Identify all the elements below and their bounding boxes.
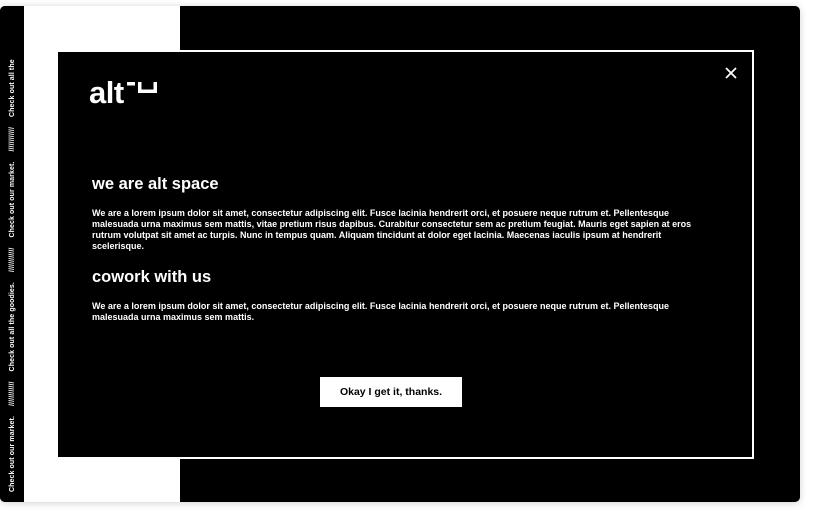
banner-text: Check out all the [8,59,16,117]
banner-divider: //////////// [8,126,16,152]
banner-divider: //////////// [8,247,16,273]
dismiss-button[interactable]: Okay I get it, thanks. [320,377,462,407]
section-heading-about: we are alt space [92,175,219,193]
banner-text: Check out our market. [8,415,16,492]
banner-divider: //////////// [8,381,16,406]
banner-text: Check out all the goodies. [8,282,16,372]
section-heading-cowork: cowork with us [92,268,212,287]
side-banner: Check out our market. //////////// Check… [0,6,24,502]
logo: alt [89,77,157,108]
app-window: Check out our market. //////////// Check… [0,6,800,502]
side-banner-track: Check out our market. //////////// Check… [0,6,24,502]
banner-text: Check out our market. [8,161,16,238]
section-text-cowork: We are a lorem ipsum dolor sit amet, con… [92,300,669,323]
logo-text: alt [89,75,124,110]
close-icon [725,67,737,79]
close-button[interactable] [724,66,738,80]
section-text-about: We are a lorem ipsum dolor sit amet, con… [92,207,692,252]
logo-mark-icon [126,82,157,93]
welcome-modal: alt we are alt space We are a lorem ipsu… [56,50,754,459]
modal-content: we are alt space We are a lorem ipsum do… [92,176,712,323]
